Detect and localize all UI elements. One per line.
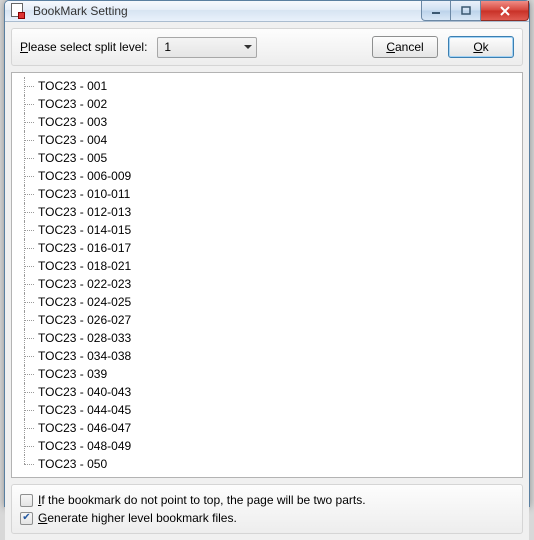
tree-item-label: TOC23 - 001 bbox=[38, 79, 107, 93]
tree-item-label: TOC23 - 010-011 bbox=[38, 187, 130, 201]
tree-item-label: TOC23 - 016-017 bbox=[38, 241, 131, 255]
window-title: BookMark Setting bbox=[33, 4, 421, 18]
tree-item[interactable]: TOC23 - 034-038 bbox=[14, 347, 520, 365]
tree-item[interactable]: TOC23 - 040-043 bbox=[14, 383, 520, 401]
split-level-value: 1 bbox=[164, 40, 171, 54]
tree-item-label: TOC23 - 002 bbox=[38, 97, 107, 111]
tree-item-label: TOC23 - 022-023 bbox=[38, 277, 131, 291]
tree-item[interactable]: TOC23 - 044-045 bbox=[14, 401, 520, 419]
tree-item-label: TOC23 - 012-013 bbox=[38, 205, 131, 219]
tree-item-label: TOC23 - 003 bbox=[38, 115, 107, 129]
tree-item[interactable]: TOC23 - 001 bbox=[14, 77, 520, 95]
option-two-parts[interactable]: If the bookmark do not point to top, the… bbox=[20, 491, 514, 509]
app-icon bbox=[11, 3, 27, 19]
tree-item[interactable]: TOC23 - 003 bbox=[14, 113, 520, 131]
tree-item[interactable]: TOC23 - 016-017 bbox=[14, 239, 520, 257]
tree-item[interactable]: TOC23 - 024-025 bbox=[14, 293, 520, 311]
bookmark-tree[interactable]: TOC23 - 001 TOC23 - 002 TOC23 - 003 TOC23 -… bbox=[14, 77, 520, 473]
close-button[interactable] bbox=[481, 1, 529, 21]
tree-item[interactable]: TOC23 - 022-023 bbox=[14, 275, 520, 293]
tree-item[interactable]: TOC23 - 048-049 bbox=[14, 437, 520, 455]
tree-item-label: TOC23 - 050 bbox=[38, 457, 107, 471]
tree-item-label: TOC23 - 018-021 bbox=[38, 259, 131, 273]
option-generate-higher[interactable]: ✔ Generate higher level bookmark files. bbox=[20, 509, 514, 527]
tree-item-label: TOC23 - 048-049 bbox=[38, 439, 131, 453]
minimize-button[interactable] bbox=[421, 1, 451, 21]
tree-item-label: TOC23 - 006-009 bbox=[38, 169, 131, 183]
tree-item[interactable]: TOC23 - 026-027 bbox=[14, 311, 520, 329]
tree-item[interactable]: TOC23 - 005 bbox=[14, 149, 520, 167]
cancel-button[interactable]: Cancel bbox=[372, 36, 438, 58]
tree-item-label: TOC23 - 026-027 bbox=[38, 313, 131, 327]
close-icon bbox=[499, 6, 511, 16]
split-level-label: Please select split level: bbox=[20, 40, 147, 54]
maximize-button[interactable] bbox=[451, 1, 481, 21]
tree-item[interactable]: TOC23 - 028-033 bbox=[14, 329, 520, 347]
tree-item[interactable]: TOC23 - 014-015 bbox=[14, 221, 520, 239]
client-area: Please select split level: 1 Cancel Ok T… bbox=[5, 22, 529, 540]
tree-item[interactable]: TOC23 - 039 bbox=[14, 365, 520, 383]
ok-button-label: Ok bbox=[473, 40, 488, 54]
tree-item-label: TOC23 - 014-015 bbox=[38, 223, 131, 237]
ok-button[interactable]: Ok bbox=[448, 36, 514, 58]
bottom-panel: If the bookmark do not point to top, the… bbox=[11, 484, 523, 534]
tree-item[interactable]: TOC23 - 050 bbox=[14, 455, 520, 473]
dialog-window: BookMark Setting Please select split lev… bbox=[4, 0, 530, 507]
tree-item-label: TOC23 - 040-043 bbox=[38, 385, 131, 399]
tree-item[interactable]: TOC23 - 006-009 bbox=[14, 167, 520, 185]
tree-item[interactable]: TOC23 - 004 bbox=[14, 131, 520, 149]
top-panel: Please select split level: 1 Cancel Ok bbox=[11, 28, 523, 66]
option-generate-higher-label: Generate higher level bookmark files. bbox=[38, 511, 237, 525]
titlebar: BookMark Setting bbox=[5, 1, 529, 22]
tree-item[interactable]: TOC23 - 012-013 bbox=[14, 203, 520, 221]
tree-item[interactable]: TOC23 - 018-021 bbox=[14, 257, 520, 275]
tree-item-label: TOC23 - 004 bbox=[38, 133, 107, 147]
tree-item-label: TOC23 - 028-033 bbox=[38, 331, 131, 345]
cancel-button-label: Cancel bbox=[386, 40, 423, 54]
tree-item-label: TOC23 - 046-047 bbox=[38, 421, 131, 435]
checkbox-icon: ✔ bbox=[20, 512, 33, 525]
minimize-icon bbox=[431, 6, 441, 16]
maximize-icon bbox=[461, 6, 471, 16]
option-two-parts-label: If the bookmark do not point to top, the… bbox=[38, 493, 366, 507]
chevron-down-icon bbox=[244, 45, 252, 49]
tree-panel: TOC23 - 001 TOC23 - 002 TOC23 - 003 TOC23 -… bbox=[11, 72, 523, 478]
tree-item[interactable]: TOC23 - 010-011 bbox=[14, 185, 520, 203]
tree-item-label: TOC23 - 005 bbox=[38, 151, 107, 165]
tree-item-label: TOC23 - 034-038 bbox=[38, 349, 131, 363]
tree-item-label: TOC23 - 044-045 bbox=[38, 403, 131, 417]
tree-item-label: TOC23 - 024-025 bbox=[38, 295, 131, 309]
checkbox-icon bbox=[20, 494, 33, 507]
tree-item[interactable]: TOC23 - 046-047 bbox=[14, 419, 520, 437]
split-level-combo[interactable]: 1 bbox=[157, 37, 257, 58]
tree-item-label: TOC23 - 039 bbox=[38, 367, 107, 381]
tree-item[interactable]: TOC23 - 002 bbox=[14, 95, 520, 113]
window-buttons bbox=[421, 1, 529, 21]
